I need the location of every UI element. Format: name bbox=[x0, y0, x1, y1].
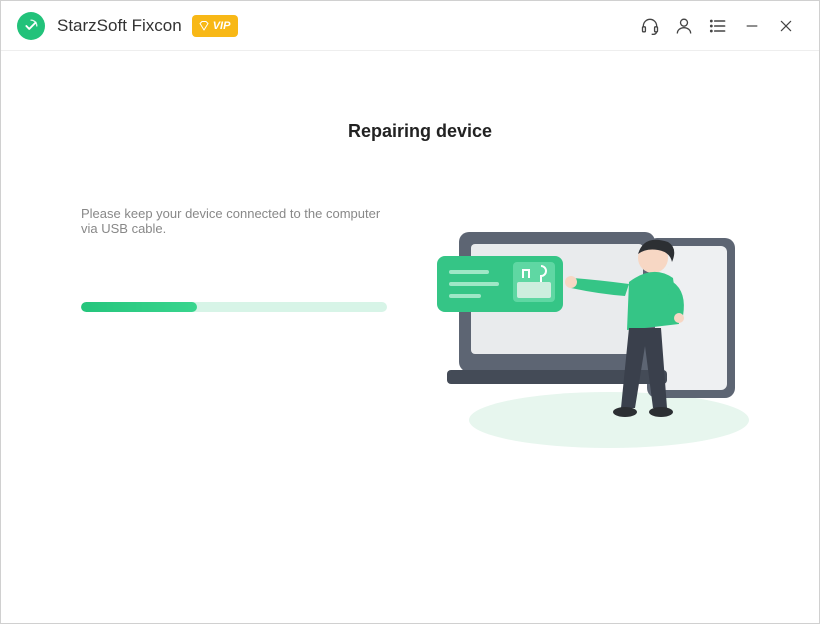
diamond-icon bbox=[198, 20, 210, 32]
instruction-text: Please keep your device connected to the… bbox=[81, 206, 399, 236]
repair-illustration bbox=[429, 202, 759, 462]
main-content: Repairing device Please keep your device… bbox=[1, 51, 819, 462]
minimize-icon[interactable] bbox=[735, 9, 769, 43]
close-icon[interactable] bbox=[769, 9, 803, 43]
vip-label: VIP bbox=[213, 20, 231, 32]
support-headset-icon[interactable] bbox=[633, 9, 667, 43]
progress-bar bbox=[81, 302, 387, 312]
account-user-icon[interactable] bbox=[667, 9, 701, 43]
menu-list-icon[interactable] bbox=[701, 9, 735, 43]
titlebar: StarzSoft Fixcon VIP bbox=[1, 1, 819, 51]
page-heading: Repairing device bbox=[81, 121, 759, 142]
vip-badge: VIP bbox=[192, 15, 239, 37]
app-logo-icon bbox=[17, 12, 45, 40]
progress-fill bbox=[81, 302, 197, 312]
app-title: StarzSoft Fixcon bbox=[57, 16, 182, 36]
